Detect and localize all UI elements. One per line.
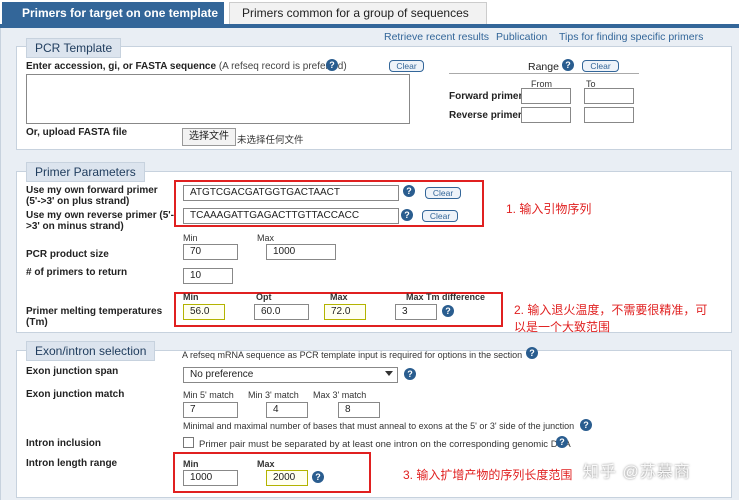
choose-file-button[interactable]: 选择文件 bbox=[182, 128, 236, 146]
junction-span-label: Exon junction span bbox=[26, 366, 119, 377]
help-icon[interactable]: ? bbox=[312, 471, 324, 483]
max3-input[interactable]: 8 bbox=[338, 402, 380, 418]
forward-primer-label: Use my own forward primer (5'->3' on plu… bbox=[26, 185, 158, 207]
annotation-2-line2: 以是一个大致范围 bbox=[514, 320, 611, 334]
junction-match-hint: Minimal and maximal number of bases that… bbox=[183, 421, 575, 431]
min5-input[interactable]: 7 bbox=[183, 402, 238, 418]
forward-primer-range-label: Forward primer bbox=[449, 91, 523, 102]
help-icon[interactable]: ? bbox=[562, 59, 574, 71]
annotation-box-primers bbox=[174, 180, 484, 227]
intron-length-label: Intron length range bbox=[26, 458, 118, 469]
annotation-2-line1: 2. 输入退火温度，不需要很精准，可 bbox=[514, 303, 708, 317]
min5-label: Min 5' match bbox=[183, 390, 234, 400]
intron-max-input[interactable]: 2000 bbox=[266, 470, 308, 486]
tm-label: Primer melting temperatures (Tm) bbox=[26, 306, 162, 328]
tm-opt-input[interactable]: 60.0 bbox=[254, 304, 309, 320]
help-icon[interactable]: ? bbox=[580, 419, 592, 431]
min3-input[interactable]: 4 bbox=[266, 402, 308, 418]
tm-label-sub: (Tm) bbox=[26, 317, 48, 328]
range-divider bbox=[449, 73, 639, 74]
help-icon[interactable]: ? bbox=[326, 59, 338, 71]
intron-min-input[interactable]: 1000 bbox=[183, 470, 238, 486]
exon-section-note: A refseq mRNA sequence as PCR template i… bbox=[182, 350, 523, 360]
tab-one-template[interactable]: Primers for target on one template bbox=[2, 2, 224, 24]
reverse-from-input[interactable] bbox=[521, 107, 571, 123]
primer-parameters-legend: Primer Parameters bbox=[26, 162, 145, 182]
accession-clear-button[interactable]: Clear bbox=[389, 60, 424, 72]
accession-label: Enter accession, gi, or FASTA sequence (… bbox=[26, 61, 347, 72]
intron-min-label: Min bbox=[183, 459, 199, 469]
reverse-primer-label-line1: Use my own reverse primer (5'- bbox=[26, 210, 174, 221]
chevron-down-icon bbox=[385, 371, 393, 376]
product-size-label: PCR product size bbox=[26, 249, 109, 260]
num-primers-input[interactable]: 10 bbox=[183, 268, 233, 284]
help-icon[interactable]: ? bbox=[526, 347, 538, 359]
publication-link[interactable]: Publication bbox=[496, 31, 547, 43]
file-status: 未选择任何文件 bbox=[237, 135, 304, 146]
product-max-input[interactable]: 1000 bbox=[266, 244, 336, 260]
forward-from-input[interactable] bbox=[521, 88, 571, 104]
help-icon[interactable]: ? bbox=[442, 305, 454, 317]
accession-label-text: Enter accession, gi, or FASTA sequence bbox=[26, 61, 217, 72]
tm-opt-label: Opt bbox=[256, 292, 272, 302]
upload-label: Or, upload FASTA file bbox=[26, 127, 128, 138]
product-min-label: Min bbox=[183, 233, 198, 243]
product-min-input[interactable]: 70 bbox=[183, 244, 238, 260]
sequence-textarea[interactable] bbox=[26, 74, 410, 124]
annotation-1: 1. 输入引物序列 bbox=[506, 202, 592, 216]
min3-label: Min 3' match bbox=[248, 390, 299, 400]
junction-match-label: Exon junction match bbox=[26, 389, 125, 400]
tab-group-sequences[interactable]: Primers common for a group of sequences bbox=[229, 2, 487, 24]
annotation-3: 3. 输入扩增产物的序列长度范围 bbox=[403, 468, 573, 482]
intron-inclusion-text: Primer pair must be separated by at leas… bbox=[199, 439, 571, 450]
intron-inclusion-checkbox[interactable] bbox=[183, 437, 194, 448]
tm-min-label: Min bbox=[183, 292, 199, 302]
reverse-to-input[interactable] bbox=[584, 107, 634, 123]
intron-max-label: Max bbox=[257, 459, 275, 469]
intron-inclusion-label: Intron inclusion bbox=[26, 438, 101, 449]
forward-primer-label-line1: Use my own forward primer bbox=[26, 185, 158, 196]
reverse-primer-label: Use my own reverse primer (5'- >3' on mi… bbox=[26, 210, 174, 232]
pcr-template-legend: PCR Template bbox=[26, 38, 122, 58]
max3-label: Max 3' match bbox=[313, 390, 367, 400]
tm-diff-label: Max Tm difference bbox=[406, 292, 486, 302]
range-label: Range bbox=[528, 61, 559, 73]
annotation-2: 2. 输入退火温度，不需要很精准，可 以是一个大致范围 bbox=[514, 302, 707, 336]
tm-min-input[interactable]: 56.0 bbox=[183, 304, 225, 320]
reverse-primer-label-line2: >3' on minus strand) bbox=[26, 221, 124, 232]
product-max-label: Max bbox=[257, 233, 275, 243]
help-icon[interactable]: ? bbox=[556, 436, 568, 448]
reverse-primer-range-label: Reverse primer bbox=[449, 110, 522, 121]
tm-diff-input[interactable]: 3 bbox=[395, 304, 437, 320]
tm-max-label: Max bbox=[330, 292, 348, 302]
exon-intron-legend: Exon/intron selection bbox=[26, 341, 156, 361]
retrieve-results-link[interactable]: Retrieve recent results bbox=[384, 31, 489, 43]
junction-span-select[interactable]: No preference bbox=[183, 367, 398, 383]
junction-span-value: No preference bbox=[190, 369, 254, 380]
tm-max-input[interactable]: 72.0 bbox=[324, 304, 366, 320]
range-clear-button[interactable]: Clear bbox=[582, 60, 619, 72]
tm-label-text: Primer melting temperatures bbox=[26, 306, 163, 317]
num-primers-label: # of primers to return bbox=[26, 267, 128, 278]
forward-to-input[interactable] bbox=[584, 88, 634, 104]
help-icon[interactable]: ? bbox=[404, 368, 416, 380]
watermark: 知乎 @苏慕商 bbox=[583, 464, 691, 481]
tab-bar: Primers for target on one template Prime… bbox=[0, 0, 739, 28]
forward-primer-label-line2: (5'->3' on plus strand) bbox=[26, 196, 130, 207]
tips-link[interactable]: Tips for finding specific primers bbox=[559, 31, 703, 43]
